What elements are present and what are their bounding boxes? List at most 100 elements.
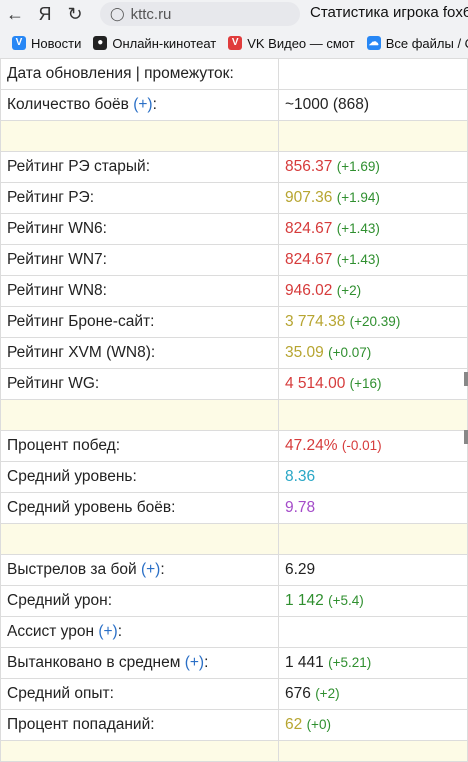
tanked-delta: (+5.21)	[328, 655, 372, 670]
colon: :	[152, 96, 157, 113]
row-label: Рейтинг WN8:	[0, 275, 279, 307]
scroll-marker	[464, 430, 468, 444]
row-label: Рейтинг РЭ старый:	[0, 151, 279, 183]
scroll-marker	[464, 372, 468, 386]
bookmark-news[interactable]: V Новости	[12, 36, 81, 51]
rating-delta: (+1.69)	[336, 159, 380, 174]
separator-row	[0, 399, 468, 431]
vk-video-icon: V	[228, 36, 243, 50]
rating-value: 946.02	[285, 282, 333, 299]
table-row: Рейтинг WG: 4 514.00 (+16)	[0, 368, 468, 400]
row-label: Рейтинг Броне-сайт:	[0, 306, 279, 338]
separator-row	[0, 740, 468, 762]
table-row: Рейтинг РЭ старый: 856.37 (+1.69)	[0, 151, 468, 183]
win-rate-delta: (-0.01)	[341, 438, 382, 453]
row-value	[278, 616, 468, 648]
tanked-value: 1 441	[285, 654, 324, 671]
rating-value: 856.37	[285, 158, 333, 175]
vk-icon: V	[12, 36, 26, 50]
rating-delta: (+2)	[336, 283, 362, 298]
rating-delta: (+1.94)	[336, 190, 380, 205]
table-row: Средний уровень боёв: 9.78	[0, 492, 468, 524]
url-text: kttc.ru	[130, 5, 172, 23]
bookmark-label: VK Видео — смот	[247, 35, 355, 51]
avg-battle-level-value: 9.78	[285, 499, 316, 516]
rating-value: 4 514.00	[285, 375, 346, 392]
colon: :	[160, 561, 165, 578]
row-label: Средний опыт:	[0, 678, 279, 710]
row-value: 8.36	[278, 461, 468, 493]
rating-delta: (+0.07)	[328, 345, 372, 360]
table-row: Рейтинг WN6: 824.67 (+1.43)	[0, 213, 468, 245]
table-row: Ассист урон (+):	[0, 616, 468, 648]
separator-row	[0, 523, 468, 555]
row-value: 4 514.00 (+16)	[278, 368, 468, 400]
table-row: Рейтинг Броне-сайт: 3 774.38 (+20.39)	[0, 306, 468, 338]
row-value: 856.37 (+1.69)	[278, 151, 468, 183]
exp-value: 676	[285, 685, 311, 702]
row-label: Рейтинг РЭ:	[0, 182, 279, 214]
row-label: Количество боёв (+):	[0, 89, 279, 121]
separator-row	[0, 120, 468, 152]
table-row: Средний уровень: 8.36	[0, 461, 468, 493]
rating-delta: (+1.43)	[336, 221, 380, 236]
rating-delta: (+20.39)	[349, 314, 401, 329]
battles-label: Количество боёв	[7, 96, 129, 113]
rating-delta: (+16)	[349, 376, 382, 391]
shield-icon: ◯	[110, 6, 125, 21]
table-row: Рейтинг XVM (WN8): 35.09 (+0.07)	[0, 337, 468, 369]
row-value: 1 441 (+5.21)	[278, 647, 468, 679]
page-title: Статистика игрока fox62	[310, 4, 468, 21]
row-label: Средний урон:	[0, 585, 279, 617]
bookmark-label: Новости	[31, 35, 82, 51]
row-label: Выстрелов за бой (+):	[0, 554, 279, 586]
row-label: Ассист урон (+):	[0, 616, 279, 648]
browser-toolbar: ← Я ↻ ◯ kttc.ru Статистика игрока fox62	[0, 0, 468, 28]
bookmark-cinema[interactable]: ● Онлайн-кинотеат	[93, 36, 216, 51]
table-row: Процент попаданий: 62 (+0)	[0, 709, 468, 741]
row-value: 47.24% (-0.01)	[278, 430, 468, 462]
table-row: Средний опыт: 676 (+2)	[0, 678, 468, 710]
row-label: Вытанковано в среднем (+):	[0, 647, 279, 679]
bookmark-label: Онлайн-кинотеат	[112, 35, 217, 51]
damage-value: 1 142	[285, 592, 324, 609]
hit-delta: (+0)	[306, 717, 331, 732]
row-value: 824.67 (+1.43)	[278, 244, 468, 276]
table-row: Количество боёв (+): ~1000 (868)	[0, 89, 468, 121]
row-value: 824.67 (+1.43)	[278, 213, 468, 245]
row-value: 62 (+0)	[278, 709, 468, 741]
row-value: 3 774.38 (+20.39)	[278, 306, 468, 338]
player-stats-table: Дата обновления | промежуток: Количество…	[0, 58, 468, 762]
row-label: Рейтинг WN6:	[0, 213, 279, 245]
cloud-icon: ☁	[366, 36, 381, 50]
rating-value: 907.36	[285, 189, 333, 206]
reload-icon[interactable]: ↻	[60, 0, 90, 28]
row-value: ~1000 (868)	[278, 89, 468, 121]
yandex-icon[interactable]: Я	[30, 0, 60, 28]
row-label: Процент побед:	[0, 430, 279, 462]
row-value: 1 142 (+5.4)	[278, 585, 468, 617]
shots-label: Выстрелов за бой	[7, 561, 137, 578]
table-row: Рейтинг WN7: 824.67 (+1.43)	[0, 244, 468, 276]
avg-level-value: 8.36	[285, 468, 316, 485]
table-row: Процент побед: 47.24% (-0.01)	[0, 430, 468, 462]
win-rate-value: 47.24%	[285, 437, 338, 454]
assist-plus-link[interactable]: (+)	[98, 623, 117, 640]
bookmark-vk-video[interactable]: V VK Видео — смот	[228, 36, 355, 51]
tanked-label: Вытанковано в среднем	[7, 654, 181, 671]
battles-plus-link[interactable]: (+)	[133, 96, 152, 113]
bookmark-cloud[interactable]: ☁ Все файлы / Обла	[366, 36, 468, 51]
tanked-plus-link[interactable]: (+)	[185, 654, 204, 671]
exp-delta: (+2)	[315, 686, 340, 701]
back-icon[interactable]: ←	[0, 0, 30, 28]
shots-plus-link[interactable]: (+)	[141, 561, 160, 578]
colon: :	[117, 623, 123, 640]
table-row: Выстрелов за бой (+): 6.29	[0, 554, 468, 586]
table-row: Рейтинг РЭ: 907.36 (+1.94)	[0, 182, 468, 214]
row-value: 946.02 (+2)	[278, 275, 468, 307]
rating-value: 824.67	[285, 251, 333, 268]
address-bar[interactable]: ◯ kttc.ru	[100, 2, 300, 26]
colon: :	[204, 654, 209, 671]
rating-value: 3 774.38	[285, 313, 346, 330]
row-value: 676 (+2)	[278, 678, 468, 710]
